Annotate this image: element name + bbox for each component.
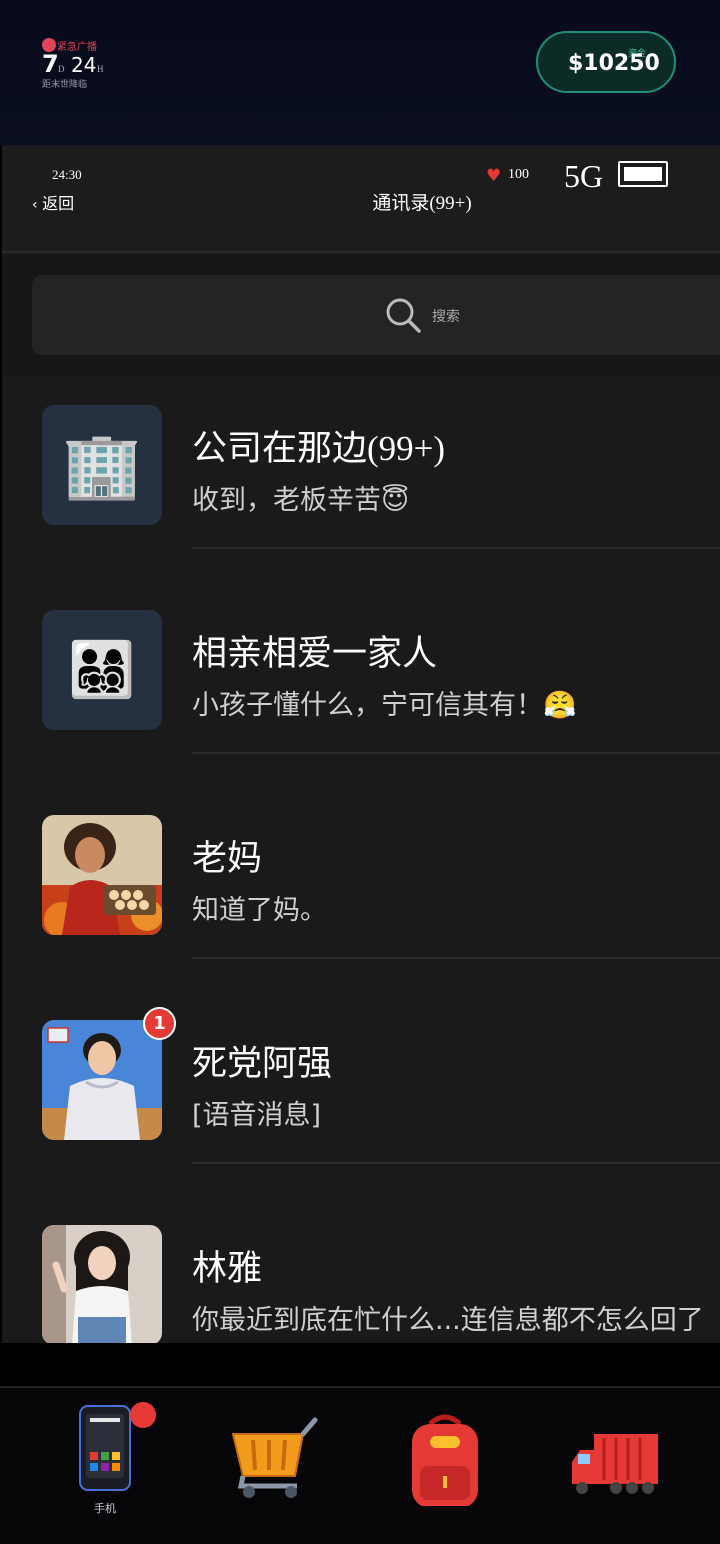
- countdown-days: 7: [42, 50, 59, 78]
- truck-icon: [572, 1434, 658, 1494]
- top-hud: 紧急广播 7 D 24 H 距末世降临 资金 $10250: [0, 0, 720, 145]
- chat-last-message: 知道了妈。: [192, 895, 327, 926]
- divider: [192, 752, 720, 754]
- backpack-icon: [412, 1414, 478, 1506]
- countdown-caption: 距末世降临: [42, 79, 88, 89]
- search-placeholder: 搜索: [432, 309, 460, 325]
- money-value: $10250: [568, 51, 660, 76]
- avatar: [42, 1225, 162, 1343]
- countdown-hours-unit: H: [97, 64, 104, 74]
- chat-last-message: 小孩子懂什么，宁可信其有！😤: [192, 690, 577, 721]
- girl-portrait: [42, 1225, 162, 1343]
- office-building-icon: 🏢: [42, 405, 162, 525]
- chat-name: 公司在那边(99+): [192, 429, 446, 468]
- network-indicator: 5G: [564, 158, 604, 194]
- avatar: [42, 815, 162, 935]
- avatar: [42, 1020, 162, 1140]
- divider: [192, 1162, 720, 1164]
- dock-truck[interactable]: [560, 1400, 670, 1530]
- list-item[interactable]: 👨‍👩‍👧‍👦 相亲相爱一家人 小孩子懂什么，宁可信其有！😤: [2, 580, 720, 785]
- battery-icon: [618, 161, 668, 187]
- dock-shop[interactable]: [215, 1400, 325, 1530]
- list-item[interactable]: 林雅 你最近到底在忙什么...连信息都不怎么回了: [2, 1195, 720, 1343]
- chat-name: 老妈: [192, 839, 263, 878]
- divider: [192, 547, 720, 549]
- search-area: 搜索: [2, 255, 720, 375]
- health-value: 100: [508, 167, 529, 182]
- clock-time: 24:30: [52, 167, 82, 182]
- list-item[interactable]: 1 死党阿强 [语音消息]: [2, 990, 720, 1195]
- phone-screen: 24:30 ‹ 返回 通讯录(99+) ♥ 100 5G 搜索 🏢 公司在那边(…: [2, 145, 720, 1343]
- family-icon: 👨‍👩‍👧‍👦: [42, 610, 162, 730]
- bottom-dock: 手机: [0, 1386, 720, 1544]
- chat-name: 相亲相爱一家人: [192, 634, 438, 673]
- money-pill[interactable]: 资金 $10250: [536, 31, 676, 93]
- chat-name: 死党阿强: [192, 1044, 333, 1083]
- list-item[interactable]: 老妈 知道了妈。: [2, 785, 720, 990]
- chat-last-message: 你最近到底在忙什么...连信息都不怎么回了: [192, 1305, 704, 1336]
- dock-backpack[interactable]: [390, 1400, 500, 1530]
- status-bar: 24:30 ‹ 返回 通讯录(99+) ♥ 100 5G: [2, 145, 720, 253]
- dock-phone[interactable]: 手机: [50, 1400, 160, 1530]
- notification-dot: [130, 1402, 156, 1428]
- countdown-days-unit: D: [58, 64, 65, 74]
- search-icon: [386, 298, 421, 333]
- divider: [192, 957, 720, 959]
- search-input[interactable]: 搜索: [32, 275, 720, 355]
- chat-last-message: [语音消息]: [192, 1100, 322, 1131]
- chat-last-message: 收到，老板辛苦😇: [192, 485, 410, 516]
- list-item[interactable]: 🏢 公司在那边(99+) 收到，老板辛苦😇: [2, 375, 720, 580]
- page-title: 通讯录(99+): [372, 193, 472, 214]
- dock-phone-label: 手机: [94, 1502, 116, 1515]
- chat-name: 林雅: [192, 1249, 263, 1288]
- broadcast-label: 紧急广播: [57, 42, 97, 53]
- countdown-hours: 24: [71, 53, 97, 77]
- friend-portrait: [42, 1020, 162, 1140]
- heart-icon: ♥: [486, 166, 502, 186]
- chat-list: 🏢 公司在那边(99+) 收到，老板辛苦😇 👨‍👩‍👧‍👦 相亲相爱一家人 小孩…: [2, 375, 720, 1343]
- unread-badge: 1: [143, 1007, 176, 1040]
- mom-portrait: [42, 815, 162, 935]
- shopping-cart-icon: [231, 1417, 318, 1498]
